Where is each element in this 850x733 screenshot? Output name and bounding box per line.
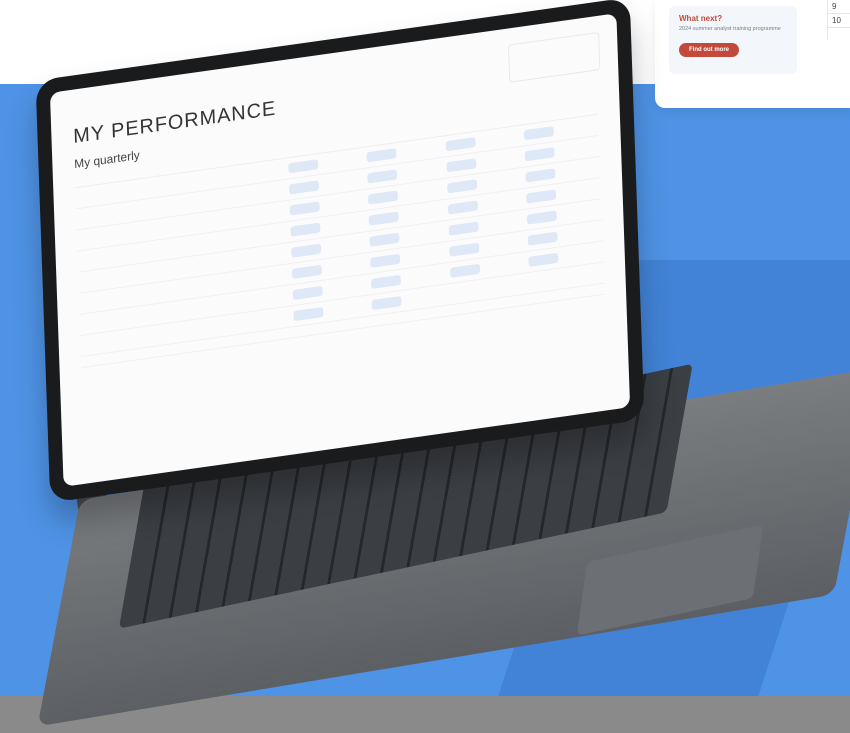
value-pill [527, 231, 558, 246]
value-pill [449, 263, 480, 278]
value-pill [290, 222, 321, 237]
value-pill [445, 137, 476, 152]
value-pill [291, 243, 322, 258]
value-pill [447, 200, 478, 215]
find-out-more-button[interactable]: Find out more [679, 43, 739, 57]
card-title: What next? [679, 14, 723, 23]
value-pill [526, 210, 557, 225]
value-pill [292, 285, 323, 301]
value-pill [525, 189, 556, 204]
value-pill [368, 190, 399, 205]
value-pill [369, 211, 400, 226]
info-card: What next? 2024 summer analyst training … [655, 0, 850, 108]
value-pill [370, 253, 401, 268]
value-pill [289, 201, 320, 216]
value-pill [446, 179, 477, 194]
what-next-panel: What next? 2024 summer analyst training … [669, 6, 797, 74]
value-pill [528, 252, 559, 267]
card-side-list: 9 10 [827, 0, 850, 40]
value-pill [446, 158, 477, 173]
value-pill [371, 295, 403, 311]
tablet-device: MY PERFORMANCE My quarterly [35, 0, 645, 503]
value-pill [367, 169, 398, 184]
tablet-screen: MY PERFORMANCE My quarterly [49, 13, 631, 487]
value-pill [525, 168, 556, 183]
value-pill [448, 242, 480, 257]
value-pill [523, 126, 554, 141]
value-pill [448, 221, 479, 236]
value-pill [289, 180, 320, 195]
value-pill [524, 147, 555, 162]
value-pill [371, 274, 402, 289]
value-pill [293, 306, 324, 322]
card-text: 2024 summer analyst training programme [679, 26, 781, 32]
value-pill [292, 264, 323, 279]
value-pill [366, 148, 397, 163]
value-pill [288, 159, 319, 174]
side-number: 10 [828, 14, 850, 28]
value-pill [369, 232, 400, 247]
side-number: 9 [828, 0, 850, 14]
